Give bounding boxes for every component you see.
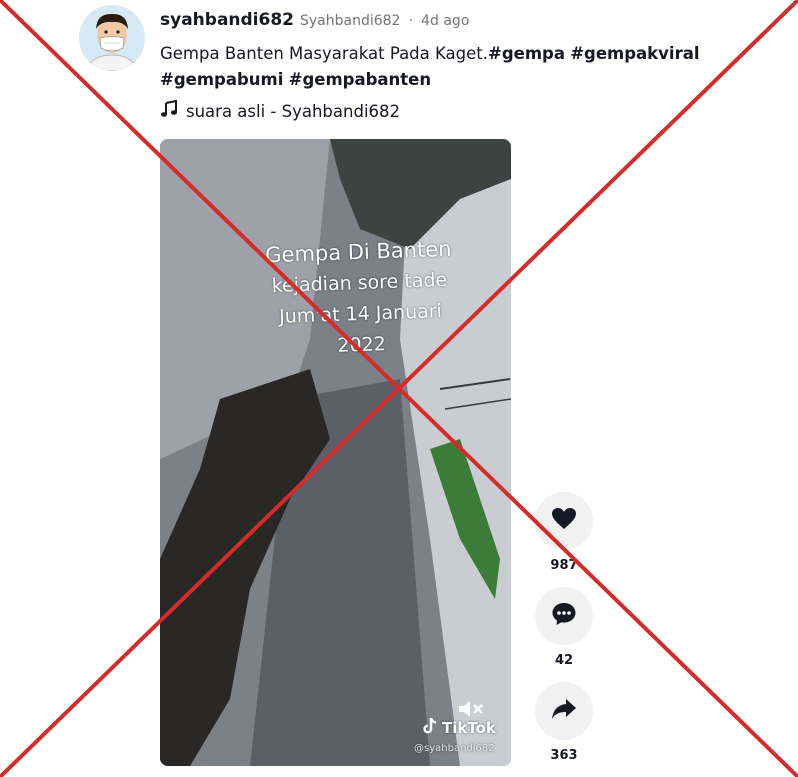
post-caption: Gempa Banten Masyarakat Pada Kaget.#gemp… (160, 41, 700, 93)
hashtag-link[interactable]: #gempa (488, 44, 565, 63)
like-button[interactable] (535, 492, 593, 550)
comment-icon (551, 601, 577, 631)
share-button[interactable] (535, 682, 593, 740)
video-overlay-text: Gempa Di Banten kejadian sore tade Jum'a… (208, 232, 511, 366)
like-count: 987 (550, 558, 578, 573)
comment-action: 42 (535, 587, 593, 668)
hashtag-link[interactable]: #gempakviral (570, 44, 699, 63)
tiktok-handle: @syahbandi682 (414, 743, 495, 754)
separator: · (408, 13, 414, 29)
comment-button[interactable] (535, 587, 593, 645)
share-count: 363 (550, 748, 578, 763)
avatar[interactable] (79, 5, 145, 71)
tiktok-logo-icon (422, 717, 438, 739)
hashtag-link[interactable]: #gempabumi (160, 70, 283, 89)
username[interactable]: syahbandi682 (160, 10, 294, 30)
tiktok-brand: TikTok (442, 719, 496, 737)
music-link[interactable]: suara asli - Syahbandi682 (160, 99, 401, 122)
share-icon (551, 697, 577, 725)
share-action: 363 (535, 682, 593, 763)
like-action: 987 (535, 492, 593, 573)
music-note-icon (160, 99, 178, 122)
nickname: Syahbandi682 (300, 13, 401, 29)
music-title: suara asli - Syahbandi682 (186, 101, 401, 121)
video-player[interactable]: Gempa Di Banten kejadian sore tade Jum'a… (160, 139, 511, 766)
caption-text: Gempa Banten Masyarakat Pada Kaget. (160, 44, 488, 63)
comment-count: 42 (554, 653, 574, 668)
post-time: 4d ago (421, 13, 470, 29)
post-header: syahbandi682 Syahbandi682 · 4d ago (160, 10, 790, 30)
tiktok-watermark: TikTok (422, 717, 496, 739)
heart-icon (551, 507, 577, 535)
hashtag-link[interactable]: #gempabanten (289, 70, 431, 89)
